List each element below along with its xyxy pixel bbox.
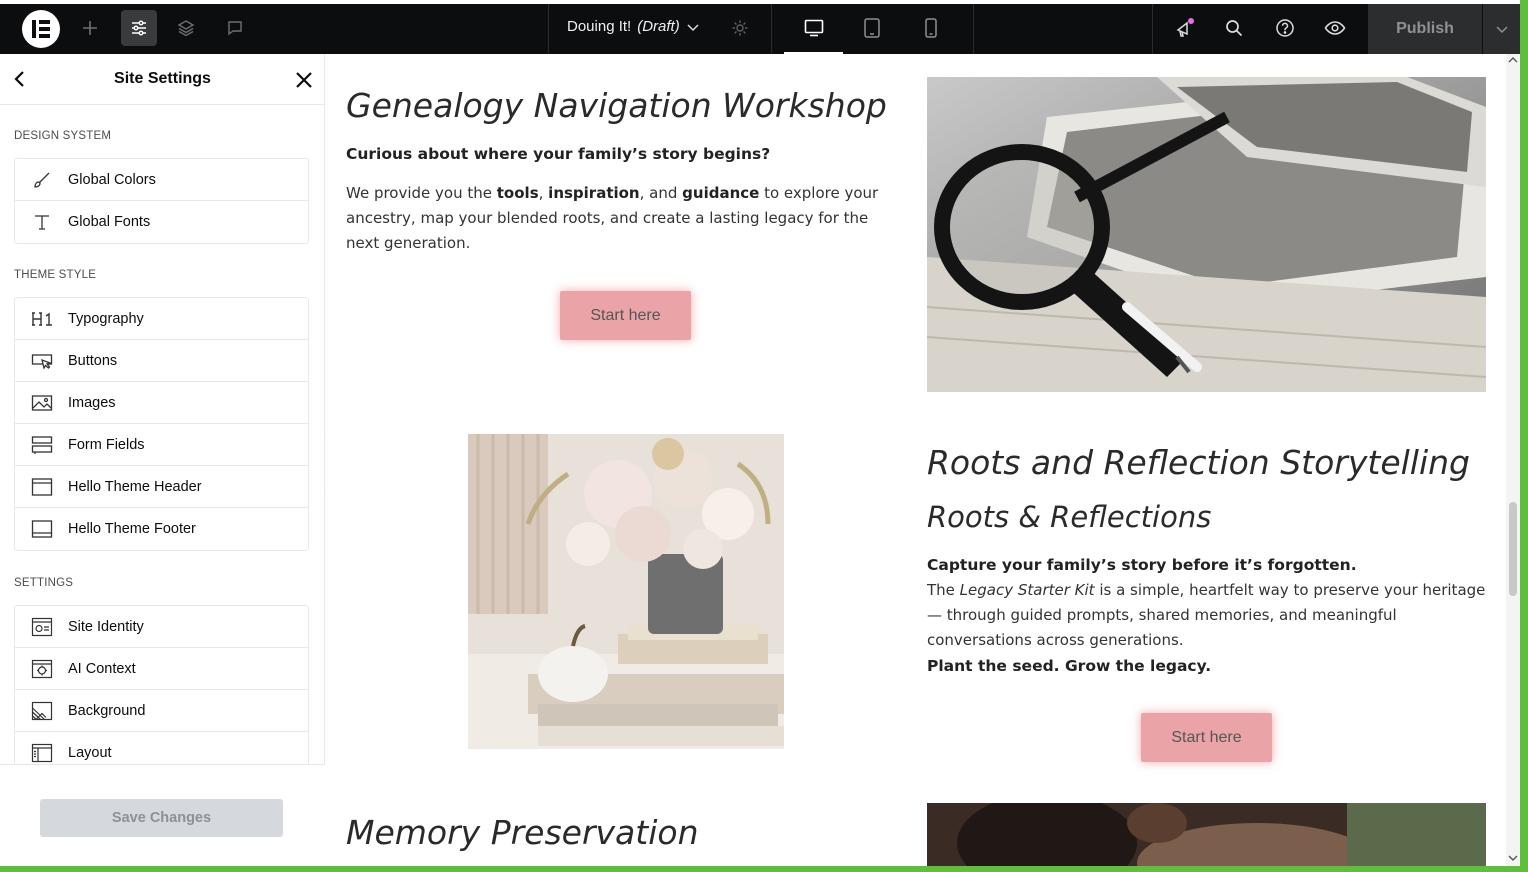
panel-header: Site Settings <box>0 54 325 105</box>
publish-options-button[interactable] <box>1483 4 1520 54</box>
sidebar-item-label: Site Identity <box>68 618 144 635</box>
glasses-photos-image <box>927 77 1486 392</box>
sidebar-item-form-fields[interactable]: Form Fields <box>15 424 308 466</box>
topbar-divider <box>548 4 549 54</box>
topbar-divider <box>1152 4 1153 54</box>
section-title-design-system: DESIGN SYSTEM <box>14 130 112 142</box>
sidebar-item-label: Global Fonts <box>68 214 151 230</box>
sidebar-item-label: Typography <box>68 310 144 327</box>
sidebar-item-global-colors[interactable]: Global Colors <box>15 159 308 201</box>
publish-button[interactable]: Publish <box>1368 4 1482 54</box>
theme-style-group: Typography Buttons Images Form Fields He… <box>14 297 309 551</box>
form-icon <box>31 434 53 456</box>
design-system-group: Global Colors Global Fonts <box>14 158 309 244</box>
chevron-down-icon <box>1495 26 1508 34</box>
sidebar-item-background[interactable]: Background <box>15 690 308 732</box>
sidebar-item-images[interactable]: Images <box>15 382 308 424</box>
sidebar-item-label: Hello Theme Header <box>68 478 202 495</box>
topbar-divider <box>771 4 772 54</box>
search-icon[interactable] <box>1216 10 1252 46</box>
canvas-scrollbar[interactable] <box>1506 54 1520 866</box>
document-title-dropdown[interactable]: Douing It! (Draft) <box>567 18 700 35</box>
save-changes-button[interactable]: Save Changes <box>40 799 283 837</box>
sidebar-item-hello-theme-header[interactable]: Hello Theme Header <box>15 466 308 508</box>
section-heading-roots: Roots and Reflection Storytelling <box>927 443 1470 482</box>
settings-group: Site Identity AI Context Background Layo… <box>14 605 309 775</box>
sidebar-item-ai-context[interactable]: AI Context <box>15 648 308 690</box>
sidebar-item-label: Global Colors <box>68 171 156 188</box>
button-icon <box>31 350 53 372</box>
identity-icon <box>31 616 53 638</box>
editor-top-bar: Douing It! (Draft) Publish <box>0 0 1520 54</box>
sidebar-item-buttons[interactable]: Buttons <box>15 340 308 382</box>
mobile-view-icon[interactable] <box>913 10 949 46</box>
structure-layers-icon[interactable] <box>168 10 204 46</box>
preview-eye-icon[interactable] <box>1317 10 1353 46</box>
ai-icon <box>31 658 53 680</box>
sidebar-item-label: Buttons <box>68 352 118 369</box>
section-title-settings: SETTINGS <box>14 577 74 589</box>
section-lead-genealogy: Curious about where your family’s story … <box>346 145 771 163</box>
image-icon <box>31 392 53 414</box>
text-icon <box>31 211 53 233</box>
sidebar-item-label: Images <box>68 394 116 411</box>
comments-icon[interactable] <box>217 10 253 46</box>
sidebar-item-site-identity[interactable]: Site Identity <box>15 606 308 648</box>
sidebar-item-label: Form Fields <box>68 436 145 453</box>
section-paragraph-genealogy: We provide you the tools, inspiration, a… <box>346 184 879 252</box>
section-title-theme-style: THEME STYLE <box>14 269 97 281</box>
footer-icon <box>31 518 53 540</box>
section-subheading-roots: Roots & Reflections <box>927 500 1212 534</box>
sidebar-item-label: Background <box>68 702 146 719</box>
close-icon[interactable] <box>292 68 316 92</box>
background-icon <box>31 700 53 722</box>
page-preview-canvas: Genealogy Navigation Workshop Curious ab… <box>326 54 1506 866</box>
section-lead-roots: Capture your family’s story before it’s … <box>927 556 1357 574</box>
flowers-vase-image <box>468 434 784 749</box>
panel-footer: Save Changes <box>0 764 325 866</box>
sidebar-item-label: Hello Theme Footer <box>68 521 196 537</box>
scroll-up-arrow-icon[interactable] <box>1508 56 1518 64</box>
sidebar-item-hello-theme-footer[interactable]: Hello Theme Footer <box>15 508 308 550</box>
layout-icon <box>31 742 53 764</box>
document-status: (Draft) <box>637 18 680 35</box>
browser-frame: Douing It! (Draft) Publish Site Settings… <box>0 0 1520 866</box>
page-settings-gear-icon[interactable] <box>722 10 758 46</box>
start-here-button[interactable]: Start here <box>560 291 691 340</box>
family-photo-image <box>927 803 1486 866</box>
notifications-megaphone-icon[interactable] <box>1167 10 1203 46</box>
brush-icon <box>31 169 53 191</box>
header-icon <box>31 476 53 498</box>
sidebar-item-global-fonts[interactable]: Global Fonts <box>15 201 308 243</box>
scroll-down-arrow-icon[interactable] <box>1508 854 1518 862</box>
desktop-view-icon[interactable] <box>796 10 832 46</box>
section-tagline-roots: Plant the seed. Grow the legacy. <box>927 657 1212 675</box>
section-heading-memory: Memory Preservation <box>346 813 699 852</box>
section-paragraph-roots: The Legacy Starter Kit is a simple, hear… <box>927 581 1486 649</box>
site-settings-icon[interactable] <box>121 10 157 46</box>
panel-title: Site Settings <box>114 70 211 87</box>
heading-icon <box>31 308 53 330</box>
chevron-down-icon <box>687 23 699 31</box>
help-icon[interactable] <box>1267 10 1303 46</box>
site-settings-panel: Site Settings DESIGN SYSTEM Global Color… <box>0 54 325 866</box>
add-element-icon[interactable] <box>72 10 108 46</box>
tablet-view-icon[interactable] <box>854 10 890 46</box>
sidebar-item-label: AI Context <box>68 660 136 677</box>
start-here-button[interactable]: Start here <box>1141 713 1272 762</box>
section-heading-genealogy: Genealogy Navigation Workshop <box>346 86 887 125</box>
elementor-logo-icon[interactable] <box>22 10 60 48</box>
topbar-divider <box>973 4 974 54</box>
sidebar-item-typography[interactable]: Typography <box>15 298 308 340</box>
scrollbar-thumb[interactable] <box>1509 502 1517 596</box>
document-name: Douing It! <box>567 18 632 35</box>
sidebar-item-label: Layout <box>68 745 112 761</box>
